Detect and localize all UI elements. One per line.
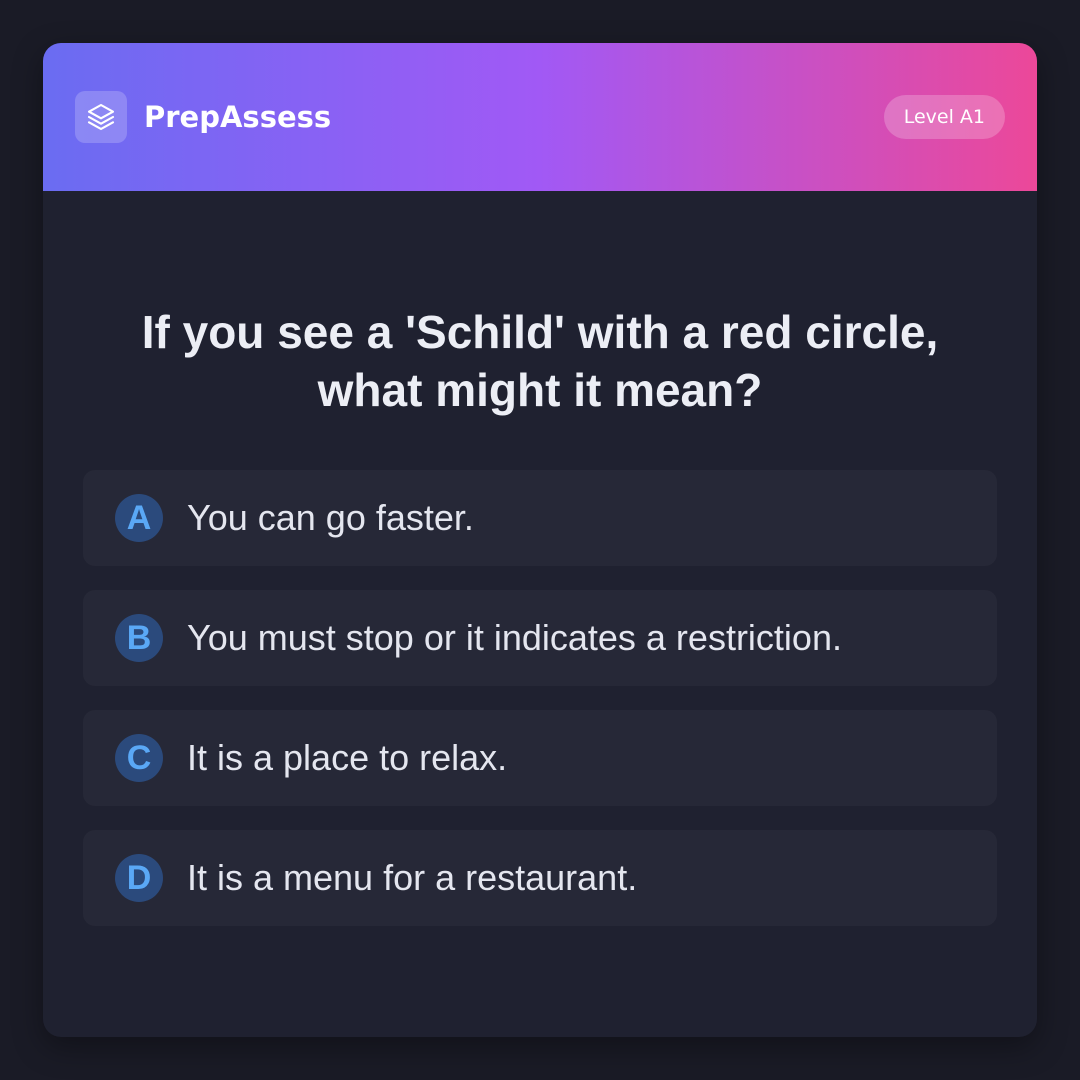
- option-letter: C: [115, 734, 163, 782]
- option-c[interactable]: C It is a place to relax.: [83, 710, 997, 806]
- option-b[interactable]: B You must stop or it indicates a restri…: [83, 590, 997, 686]
- level-badge: Level A1: [883, 95, 1005, 139]
- option-letter: A: [115, 494, 163, 542]
- option-letter: D: [115, 854, 163, 902]
- option-label: You must stop or it indicates a restrict…: [187, 617, 842, 658]
- quiz-card: PrepAssess Level A1 If you see a 'Schild…: [43, 43, 1037, 1037]
- brand-name: PrepAssess: [144, 100, 332, 134]
- option-a[interactable]: A You can go faster.: [83, 470, 997, 566]
- option-label: It is a place to relax.: [187, 737, 508, 778]
- header-bar: PrepAssess Level A1: [43, 43, 1037, 191]
- layers-icon: [75, 91, 127, 143]
- option-label: It is a menu for a restaurant.: [187, 857, 638, 898]
- option-label: You can go faster.: [187, 497, 474, 538]
- option-d[interactable]: D It is a menu for a restaurant.: [83, 830, 997, 926]
- question-text: If you see a 'Schild' with a red circle,…: [141, 306, 939, 416]
- option-letter: B: [115, 614, 163, 662]
